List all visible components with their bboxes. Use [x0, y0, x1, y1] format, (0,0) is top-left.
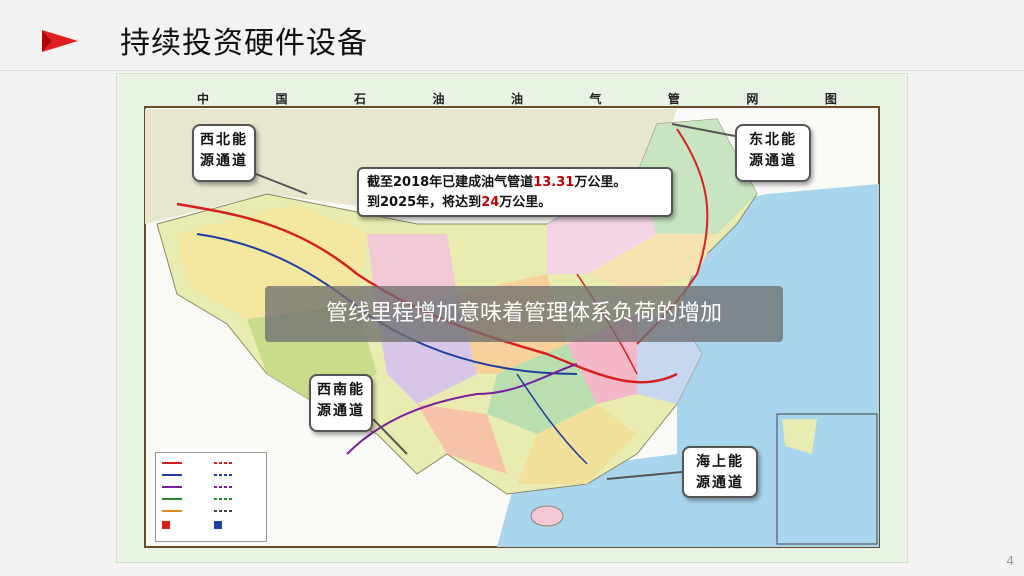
map-legend-panel [155, 452, 267, 542]
callout-line: 源通道 [200, 153, 248, 169]
callout-line: 西南能 [317, 382, 365, 398]
map-header-char: 图 [824, 92, 837, 106]
map-header-title: 中 国 石 油 油 气 管 网 图 [197, 90, 837, 107]
page-number: 4 [1006, 554, 1014, 568]
callout-line: 西北能 [200, 132, 248, 148]
map-header-char: 国 [275, 92, 288, 106]
callout-line: 源通道 [749, 153, 797, 169]
map-header-char: 管 [667, 92, 680, 106]
northeast-channel-callout: 东北能 源通道 [735, 124, 811, 182]
stat-suffix: 万公里。 [574, 175, 627, 190]
stat-value-highlight: 24 [481, 195, 500, 210]
callout-line: 东北能 [749, 132, 797, 148]
callout-line: 海上能 [696, 454, 744, 470]
northwest-channel-callout: 西北能 源通道 [192, 124, 256, 182]
red-arrowhead-icon [42, 30, 78, 52]
sea-channel-callout: 海上能 源通道 [682, 446, 758, 498]
pipeline-stat-box: 截至2018年已建成油气管道13.31万公里。 到2025年，将达到24万公里。 [357, 167, 673, 217]
stat-value-highlight: 13.31 [533, 175, 575, 190]
stat-prefix: 到2025年，将达到 [367, 195, 482, 210]
map-header-char: 石 [353, 92, 366, 106]
stat-line-2025: 到2025年，将达到24万公里。 [367, 193, 663, 213]
map-header-char: 中 [197, 92, 210, 106]
map-header-char: 油 [432, 92, 445, 106]
title-divider [0, 70, 1024, 71]
callout-line: 源通道 [696, 475, 744, 491]
callout-line: 源通道 [317, 403, 365, 419]
overlay-caption-banner: 管线里程增加意味着管理体系负荷的增加 [265, 286, 783, 342]
stat-suffix: 万公里。 [499, 195, 552, 210]
stat-prefix: 截至2018年已建成油气管道 [367, 175, 534, 190]
stat-line-2018: 截至2018年已建成油气管道13.31万公里。 [367, 173, 663, 193]
map-header-char: 气 [589, 92, 602, 106]
southwest-channel-callout: 西南能 源通道 [309, 374, 373, 432]
pipeline-map: 中 国 石 油 油 气 管 网 图 西北能 源通道 东北能 源通道 西南能 源通… [116, 73, 908, 563]
map-header-char: 网 [746, 92, 759, 106]
map-header-char: 油 [510, 92, 523, 106]
map-legend-drawing [162, 462, 234, 529]
slide-title: 持续投资硬件设备 [120, 26, 368, 61]
